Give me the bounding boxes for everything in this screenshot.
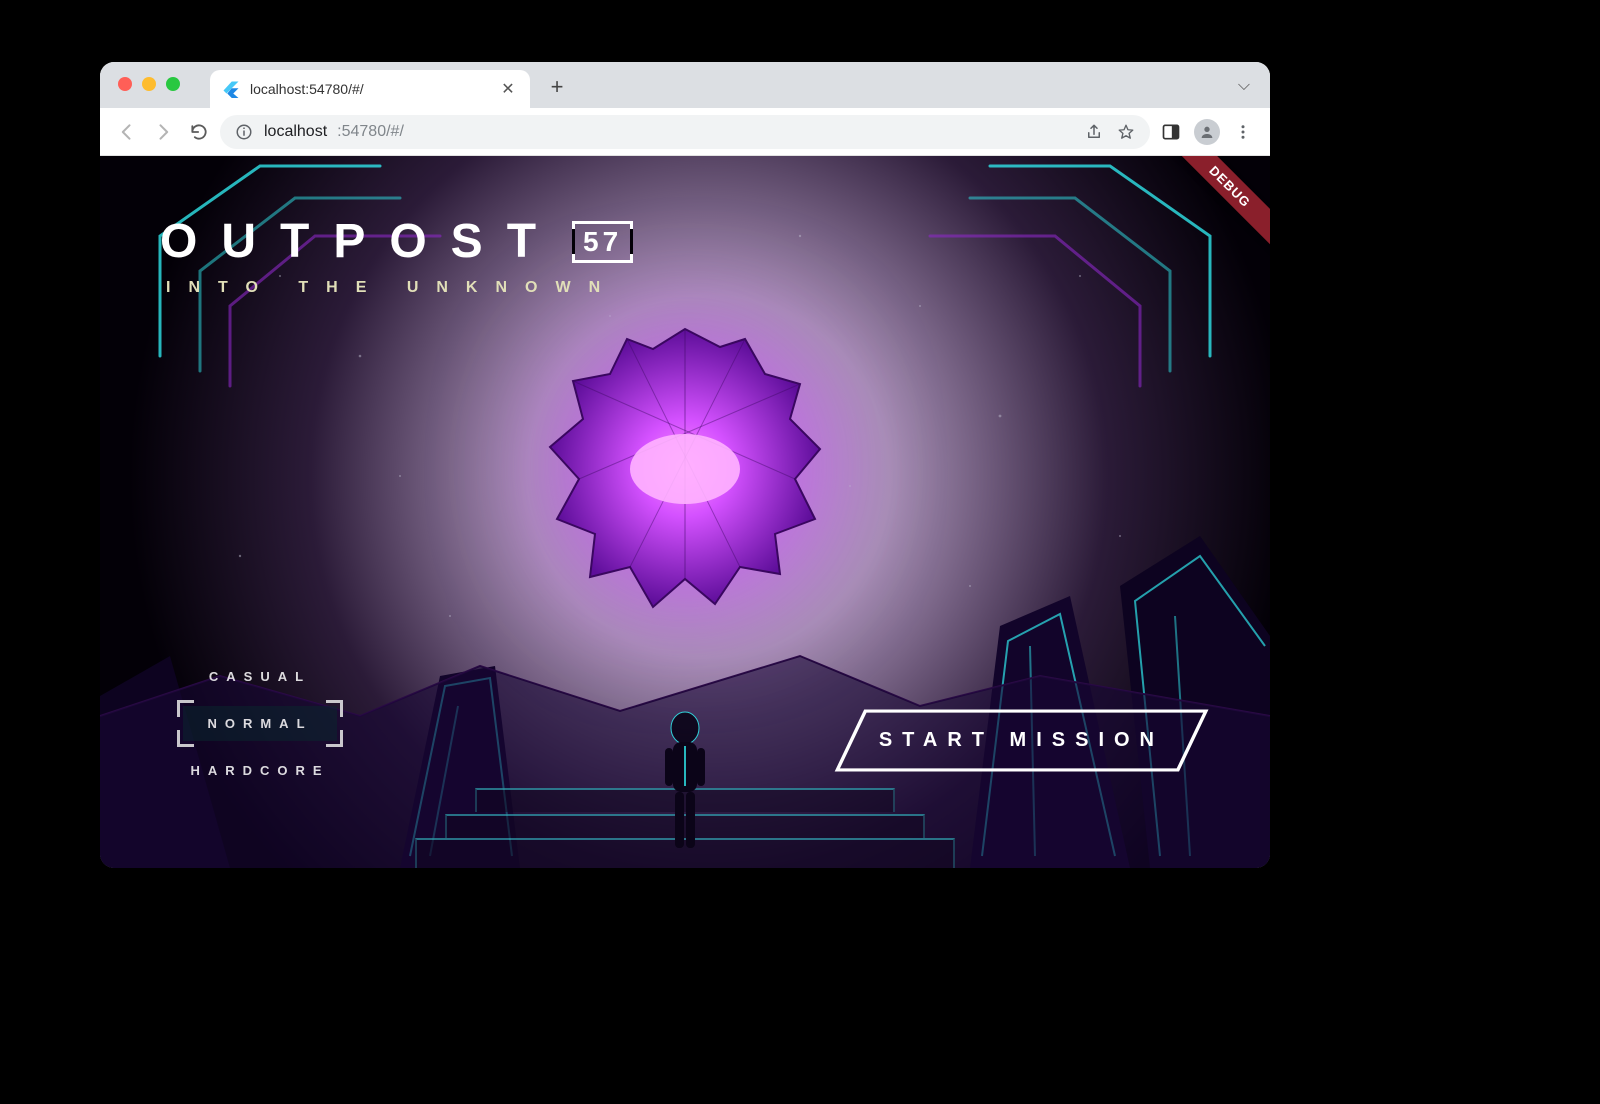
window-controls <box>118 77 180 91</box>
game-subtitle: INTO THE UNKNOWN <box>160 279 633 297</box>
tab-title: localhost:54780/#/ <box>250 81 488 97</box>
flutter-icon <box>222 80 240 98</box>
toolbar: localhost :54780/#/ <box>100 108 1270 156</box>
astronaut-character <box>655 708 715 858</box>
difficulty-casual[interactable]: CASUAL <box>209 669 311 684</box>
site-info-icon[interactable] <box>234 122 254 142</box>
game-viewport: OUTPOST 57 INTO THE UNKNOWN CASUAL NORMA… <box>100 156 1270 868</box>
start-mission-button[interactable]: START MISSION <box>843 713 1200 768</box>
new-tab-button[interactable]: + <box>544 74 570 100</box>
profile-button[interactable] <box>1192 117 1222 147</box>
menu-button[interactable] <box>1228 117 1258 147</box>
browser-tab[interactable]: localhost:54780/#/ ✕ <box>210 70 530 108</box>
tab-close-button[interactable]: ✕ <box>498 79 518 99</box>
side-panel-icon[interactable] <box>1156 117 1186 147</box>
browser-window: localhost:54780/#/ ✕ + ⌵ localhost:54780… <box>100 62 1270 868</box>
game-title-number: 57 <box>572 221 633 263</box>
back-button[interactable] <box>112 117 142 147</box>
url-host: localhost <box>264 123 327 141</box>
reload-button[interactable] <box>184 117 214 147</box>
difficulty-normal[interactable]: NORMAL <box>183 706 336 741</box>
url-path: :54780/#/ <box>337 123 404 141</box>
game-title: OUTPOST <box>160 214 560 269</box>
maximize-window-icon[interactable] <box>166 77 180 91</box>
forward-button[interactable] <box>148 117 178 147</box>
address-bar[interactable]: localhost :54780/#/ <box>220 115 1150 149</box>
tab-bar: localhost:54780/#/ ✕ + ⌵ <box>100 62 1270 108</box>
crystal-object <box>535 319 835 619</box>
debug-banner: DEBUG <box>1160 156 1270 256</box>
avatar-icon <box>1194 119 1220 145</box>
difficulty-hardcore[interactable]: HARDCORE <box>190 763 329 778</box>
close-window-icon[interactable] <box>118 77 132 91</box>
difficulty-selector: CASUAL NORMAL HARDCORE <box>170 669 350 778</box>
tab-overflow-button[interactable]: ⌵ <box>1232 74 1256 98</box>
minimize-window-icon[interactable] <box>142 77 156 91</box>
game-title-block: OUTPOST 57 INTO THE UNKNOWN <box>160 214 633 297</box>
share-icon[interactable] <box>1084 122 1104 142</box>
bookmark-icon[interactable] <box>1116 122 1136 142</box>
